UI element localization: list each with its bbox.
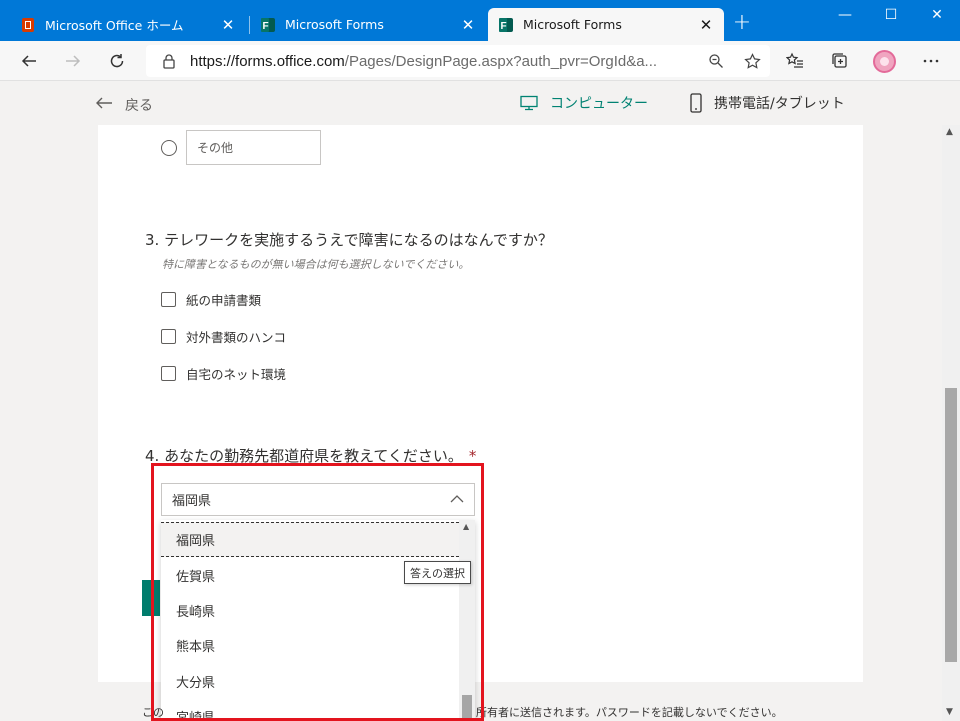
scroll-down-arrow-icon[interactable]: ▼ — [946, 707, 953, 717]
footer-text-right: 所有者に送信されます。パスワードを記載しないでください。 — [476, 706, 783, 719]
maximize-button[interactable]: ☐ — [868, 0, 914, 30]
collections-button[interactable] — [826, 47, 854, 75]
forward-button[interactable] — [59, 47, 87, 75]
mobile-view-toggle[interactable]: 携帯電話/タブレット — [690, 93, 845, 113]
preview-toolbar: 戻る コンピューター 携帯電話/タブレット — [0, 82, 960, 125]
question-3-title: 3. テレワークを実施するうえで障害になるのはなんですか？ — [145, 231, 553, 249]
checkbox-option[interactable]: 対外書類のハンコ — [161, 327, 286, 346]
tab-title: Microsoft Forms — [523, 17, 622, 32]
favorite-star-icon[interactable] — [734, 52, 770, 70]
back-arrow-icon — [95, 94, 113, 115]
option-label: 対外書類のハンコ — [186, 330, 287, 345]
favorites-button[interactable] — [781, 47, 809, 75]
tab-office-home[interactable]: Microsoft Office ホーム ✕ — [10, 8, 246, 41]
close-window-button[interactable]: ✕ — [914, 0, 960, 30]
url-path: /Pages/DesignPage.aspx?auth_pvr=OrgId&a.… — [344, 52, 658, 70]
profile-avatar[interactable] — [873, 50, 896, 73]
lock-icon — [154, 53, 184, 69]
url-field[interactable]: https://forms.office.com/Pages/DesignPag… — [146, 45, 770, 77]
refresh-icon — [110, 54, 124, 68]
phone-icon — [690, 93, 702, 113]
scrollbar-thumb[interactable] — [945, 388, 957, 662]
svg-text:F: F — [501, 21, 507, 32]
url-host: https://forms.office.com — [190, 52, 345, 70]
computer-view-toggle[interactable]: コンピューター — [520, 93, 648, 113]
svg-text:F: F — [263, 21, 269, 32]
settings-menu-button[interactable] — [917, 47, 945, 75]
back-link[interactable]: 戻る — [95, 94, 153, 115]
close-icon[interactable]: ✕ — [698, 17, 714, 33]
zoom-icon[interactable] — [698, 53, 734, 69]
forward-arrow-icon — [66, 55, 81, 67]
tab-title: Microsoft Office ホーム — [45, 18, 184, 33]
checkbox-option[interactable]: 紙の申請書類 — [161, 290, 261, 309]
favorites-list-icon — [786, 52, 803, 68]
browser-tab-bar: Microsoft Office ホーム ✕ F Microsoft Forms… — [0, 0, 960, 41]
scroll-up-arrow-icon[interactable]: ▲ — [946, 127, 953, 137]
other-text-input[interactable]: その他 — [186, 130, 321, 165]
mobile-view-label: 携帯電話/タブレット — [714, 96, 845, 112]
refresh-button[interactable] — [103, 47, 131, 75]
close-icon[interactable]: ✕ — [220, 17, 236, 33]
tab-forms-1[interactable]: F Microsoft Forms ✕ — [250, 8, 486, 41]
tab-forms-active[interactable]: F Microsoft Forms ✕ — [488, 8, 724, 41]
address-bar-row: https://forms.office.com/Pages/DesignPag… — [0, 41, 960, 81]
back-button[interactable] — [15, 47, 43, 75]
new-tab-button[interactable]: + — [730, 12, 754, 36]
checkbox[interactable] — [161, 329, 176, 344]
option-other[interactable] — [161, 140, 177, 156]
annotation-highlight-box — [151, 463, 484, 721]
checkbox[interactable] — [161, 366, 176, 381]
option-label: 紙の申請書類 — [186, 293, 262, 308]
forms-icon: F — [499, 17, 513, 32]
computer-view-label: コンピューター — [550, 96, 648, 112]
url-text: https://forms.office.com/Pages/DesignPag… — [190, 53, 698, 70]
back-arrow-icon — [21, 55, 36, 67]
close-icon[interactable]: ✕ — [460, 17, 476, 33]
page-scrollbar[interactable]: ▲ ▼ — [942, 125, 960, 721]
checkbox-option[interactable]: 自宅のネット環境 — [161, 364, 286, 383]
radio-button[interactable] — [161, 140, 177, 156]
back-label: 戻る — [125, 97, 153, 114]
monitor-icon — [520, 95, 538, 111]
tab-title: Microsoft Forms — [285, 17, 384, 32]
option-label: 自宅のネット環境 — [186, 367, 287, 382]
collections-icon — [832, 53, 847, 68]
more-icon — [923, 59, 939, 63]
checkbox[interactable] — [161, 292, 176, 307]
office-icon — [22, 17, 34, 32]
minimize-button[interactable]: — — [822, 0, 868, 30]
question-3-subtitle: 特に障害となるものが無い場合は何も選択しないでください。 — [162, 258, 470, 271]
forms-icon: F — [261, 17, 275, 32]
